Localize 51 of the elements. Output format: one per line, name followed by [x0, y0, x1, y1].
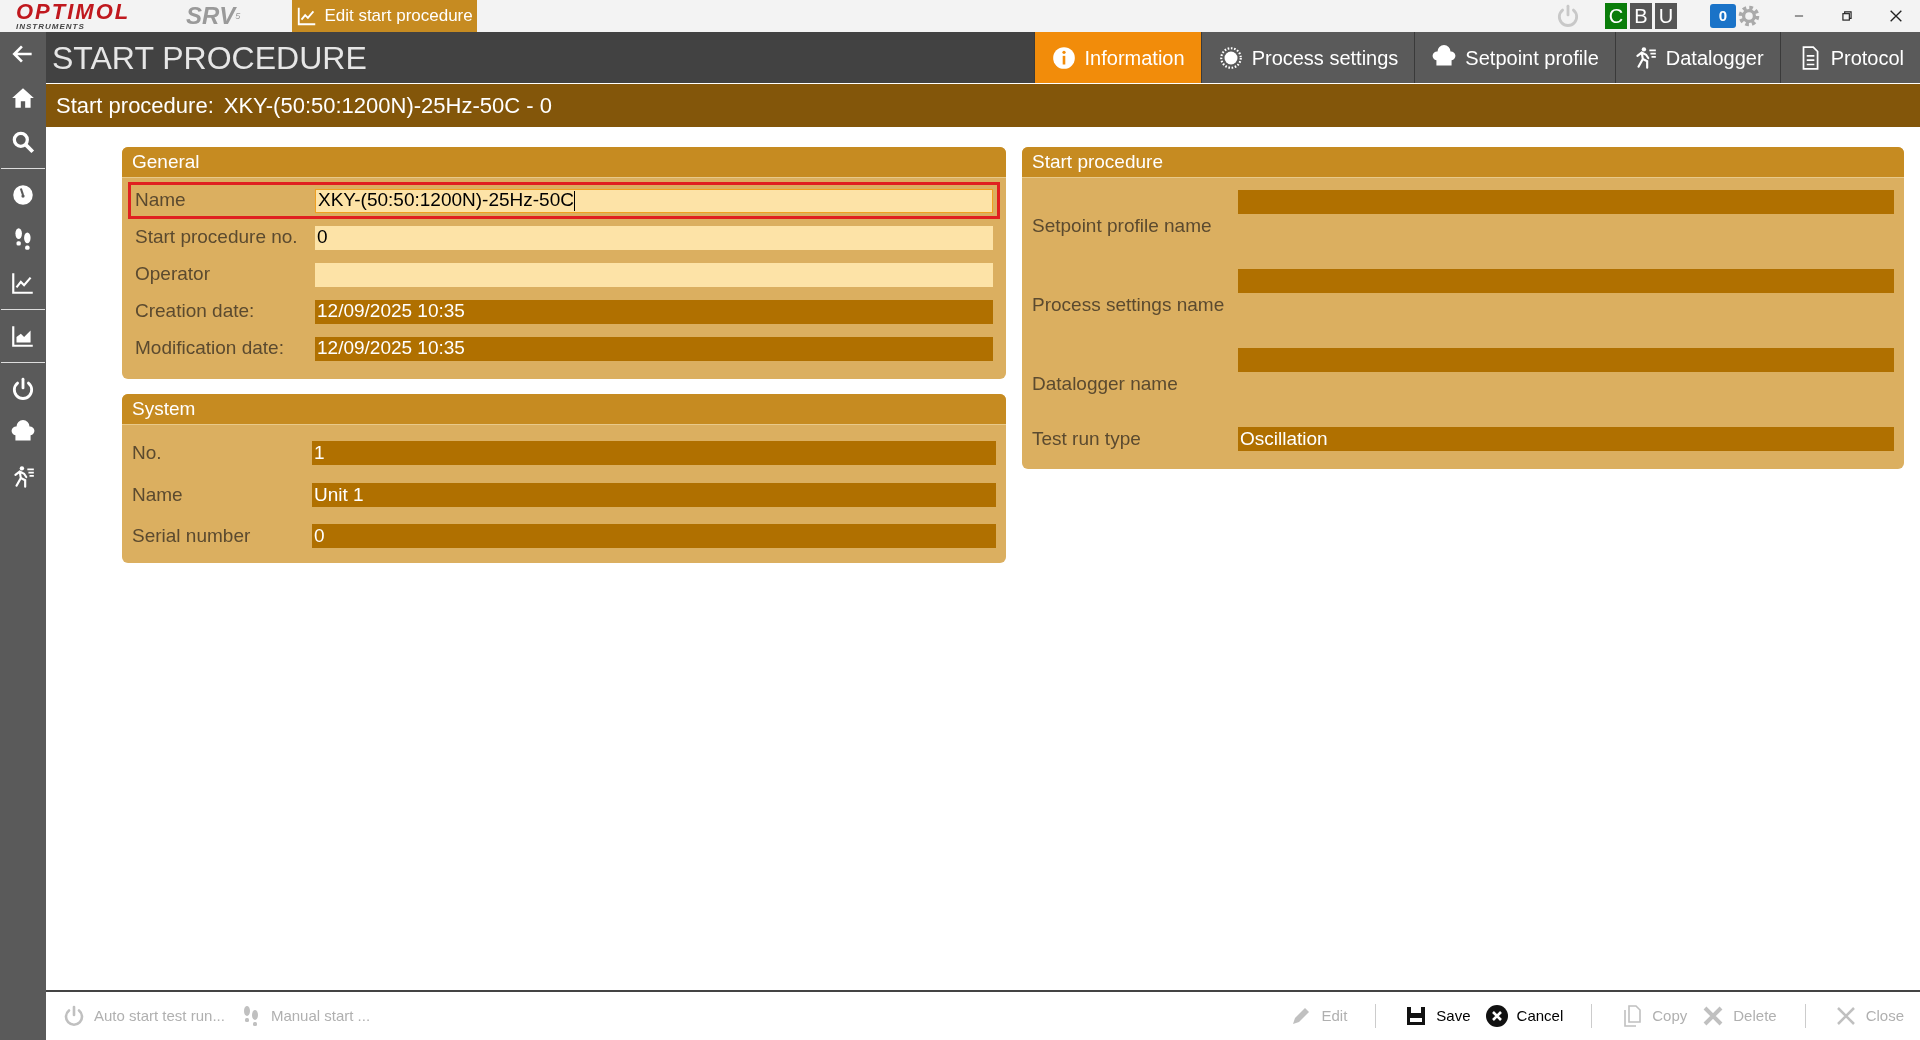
card-title: General: [122, 147, 1006, 178]
area-chart-icon[interactable]: [10, 323, 36, 349]
input-field[interactable]: [315, 262, 993, 287]
field-label: Operator: [135, 262, 211, 287]
tab[interactable]: Process settings: [1200, 32, 1415, 83]
readonly-field: Oscillation: [1238, 427, 1894, 451]
restore-icon[interactable]: [1840, 9, 1854, 23]
tab[interactable]: Information: [1033, 32, 1201, 83]
field-label: Start procedure no.: [135, 225, 299, 250]
line-chart-icon[interactable]: [10, 270, 36, 296]
field-label: No.: [132, 441, 163, 465]
field-label: Serial number: [132, 524, 252, 548]
field-label: Datalogger name: [1032, 372, 1179, 397]
field-label: Setpoint profile name: [1032, 214, 1213, 239]
power-icon: [62, 1004, 86, 1028]
readonly-field: 12/09/2025 10:35: [315, 299, 993, 324]
cancel-icon: [1484, 1004, 1509, 1028]
brand-logo: OPTIMOL INSTRUMENTS: [16, 1, 132, 31]
card-title: Start procedure: [1022, 147, 1904, 178]
field-label: Process settings name: [1032, 293, 1226, 318]
subtitle-value: XKY-(50:50:1200N)-25Hz-50C - 0: [223, 92, 552, 120]
input-field[interactable]: XKY-(50:50:1200N)-25Hz-50C: [315, 188, 993, 213]
field-label: Name: [132, 482, 184, 507]
page-title: START PROCEDURE: [51, 38, 368, 78]
info-icon: [1050, 44, 1077, 71]
search-icon[interactable]: [10, 129, 36, 155]
field-label: Name: [135, 188, 187, 213]
document-tab[interactable]: Edit start procedure: [292, 0, 477, 32]
readonly-field: 0: [312, 524, 996, 549]
tab[interactable]: Datalogger: [1614, 32, 1780, 83]
dial-icon: [1217, 44, 1244, 71]
tab[interactable]: Setpoint profile: [1414, 32, 1615, 83]
field-label: Creation date:: [135, 299, 256, 324]
tab[interactable]: Protocol: [1779, 32, 1920, 83]
message-count-badge[interactable]: 0: [1710, 4, 1736, 28]
input-field[interactable]: 0: [315, 225, 993, 250]
field-label: Modification date:: [135, 336, 285, 361]
status-indicator: U: [1655, 3, 1677, 29]
power-icon[interactable]: [10, 376, 36, 402]
close-icon[interactable]: [1888, 8, 1904, 24]
field-label: Test run type: [1032, 426, 1142, 451]
readonly-field: 12/09/2025 10:35: [315, 336, 993, 361]
toolbar-button[interactable]: Save: [1404, 1004, 1471, 1028]
toolbar-button[interactable]: Cancel: [1484, 1004, 1564, 1028]
subtitle-label: Start procedure:: [56, 92, 214, 120]
status-indicator: C: [1605, 3, 1627, 29]
gauge-icon[interactable]: [10, 182, 36, 208]
status-indicator: B: [1630, 3, 1652, 29]
readonly-field: Unit 1: [312, 482, 996, 507]
card-title: System: [122, 394, 1006, 425]
readonly-field: 1: [312, 441, 996, 466]
